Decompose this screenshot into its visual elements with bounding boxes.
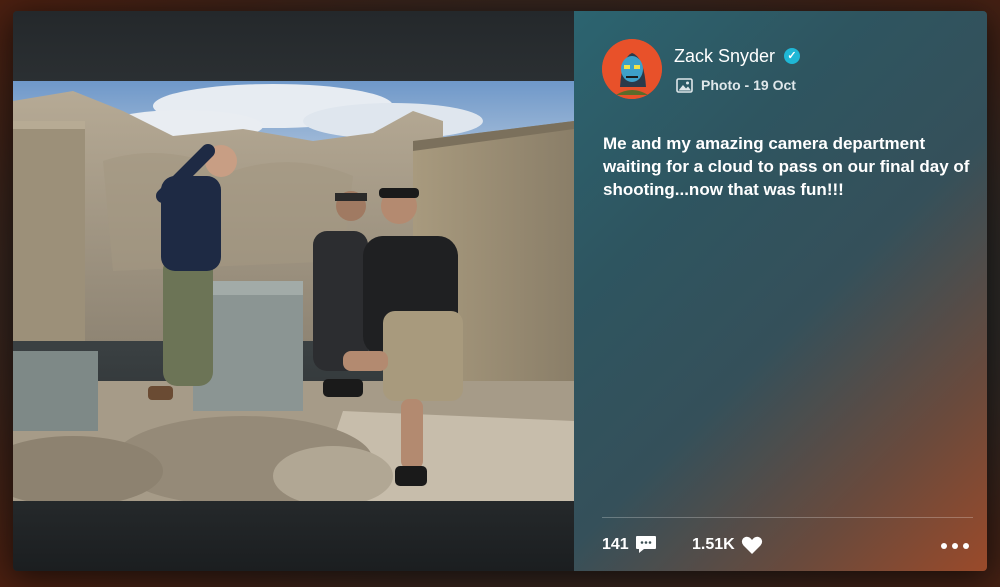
heart-icon (741, 536, 762, 554)
comments-count: 141 (602, 535, 629, 553)
likes-count: 1.51K (692, 536, 735, 553)
post-caption: Me and my amazing camera department wait… (603, 134, 970, 199)
stats-divider (602, 517, 973, 518)
post-type-label: Photo (701, 77, 741, 93)
post-details-panel: Zack Snyder ✓ Photo - 19 Oct Me and my a… (574, 11, 987, 571)
post-card: Zack Snyder ✓ Photo - 19 Oct Me and my a… (13, 11, 987, 571)
likes-stat[interactable]: 1.51K (692, 535, 763, 555)
author-avatar[interactable] (602, 39, 662, 99)
verified-check-icon: ✓ (784, 48, 800, 64)
post-media[interactable] (13, 11, 574, 571)
more-options-icon[interactable] (941, 543, 969, 549)
meta-separator: - (740, 77, 754, 93)
post-photo[interactable] (13, 81, 574, 501)
post-meta: Photo - 19 Oct (676, 77, 796, 93)
author-name[interactable]: Zack Snyder (674, 46, 775, 67)
comment-icon (635, 536, 656, 553)
post-date: 19 Oct (753, 77, 796, 93)
comments-stat[interactable]: 141 (602, 535, 657, 554)
photo-icon (676, 77, 693, 93)
